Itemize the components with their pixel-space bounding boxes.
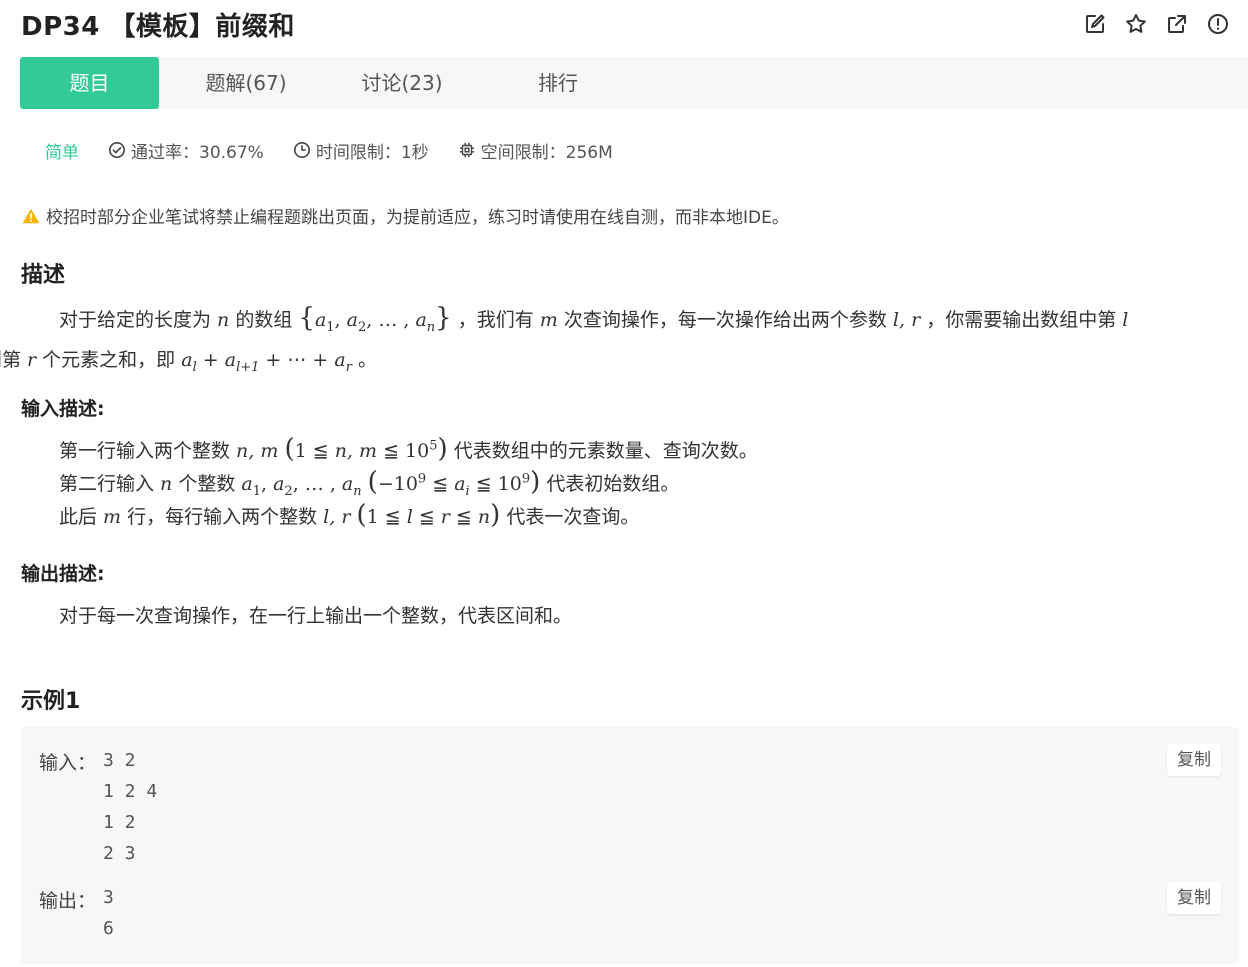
clock-icon [293, 141, 310, 159]
example-output-line: 6 [103, 918, 114, 939]
header-actions [1083, 12, 1230, 36]
star-icon[interactable] [1124, 12, 1148, 36]
difficulty-badge: 简单 [45, 142, 79, 163]
edit-icon[interactable] [1083, 12, 1107, 36]
example-heading: 示例1 [21, 689, 81, 714]
description-heading: 描述 [21, 263, 66, 288]
warning-icon [22, 208, 40, 223]
memory-limit: 空间限制：256M [458, 138, 613, 163]
tab-bar: 题目 题解(67) 讨论(23) 排行 [20, 57, 1248, 109]
example-input-line: 1 2 4 [103, 781, 158, 802]
example-panel: 输入： 3 2 1 2 4 1 2 2 3 复制 输出： 3 6 复制 [21, 727, 1239, 964]
memory-limit-text: 空间限制：256M [480, 142, 613, 163]
input-heading: 输入描述: [21, 398, 105, 420]
tab-solutions[interactable]: 题解(67) [180, 57, 312, 109]
tab-ranking[interactable]: 排行 [492, 57, 624, 109]
example-output-block: 3 6 [103, 882, 114, 944]
page-title: DP34 【模板】前缀和 [21, 12, 295, 42]
output-heading: 输出描述: [21, 563, 105, 585]
description-text: 对于给定的长度为 n 的数组 {a1, a2, … , an} ，我们有 m 次… [0, 303, 1129, 375]
warning-text: 校招时部分企业笔试将禁止编程题跳出页面，为提前适应，练习时请使用在线自测，而非本… [46, 208, 789, 228]
share-icon[interactable] [1165, 12, 1189, 36]
tab-discussion[interactable]: 讨论(23) [336, 57, 468, 109]
example-input-line: 3 2 [103, 750, 136, 771]
input-line-1: 第一行输入两个整数 n, m (1 ≦ n, m ≦ 105) 代表数组中的元素… [59, 434, 758, 464]
input-line-3: 此后 m 行，每行输入两个整数 l, r (1 ≦ l ≦ r ≦ n) 代表一… [59, 500, 640, 530]
example-output-line: 3 [103, 887, 114, 908]
time-limit-text: 时间限制：1秒 [315, 142, 429, 163]
output-text: 对于每一次查询操作，在一行上输出一个整数，代表区间和。 [59, 605, 573, 627]
input-line-2: 第二行输入 n 个整数 a1, a2, … , an (−109 ≦ ai ≦ … [59, 467, 680, 499]
example-input-label: 输入： [39, 752, 97, 774]
time-limit: 时间限制：1秒 [293, 138, 429, 163]
problem-meta: 简单 通过率：30.67% 时间限制：1秒 空间限制：256M [45, 136, 642, 164]
example-input-line: 2 3 [103, 843, 136, 864]
example-input-block: 3 2 1 2 4 1 2 2 3 [103, 745, 157, 869]
copy-input-button[interactable]: 复制 [1167, 744, 1221, 776]
example-output-label: 输出： [39, 890, 97, 912]
pass-rate-text: 通过率：30.67% [131, 142, 264, 163]
header: DP34 【模板】前缀和 [0, 0, 1248, 52]
example-input-line: 1 2 [103, 812, 136, 833]
ide-warning: 校招时部分企业笔试将禁止编程题跳出页面，为提前适应，练习时请使用在线自测，而非本… [22, 203, 789, 228]
copy-output-button[interactable]: 复制 [1167, 882, 1221, 914]
tab-problem[interactable]: 题目 [20, 57, 159, 109]
check-circle-icon [108, 141, 126, 159]
report-icon[interactable] [1206, 12, 1230, 36]
chip-icon [459, 142, 474, 158]
pass-rate: 通过率：30.67% [108, 138, 264, 163]
